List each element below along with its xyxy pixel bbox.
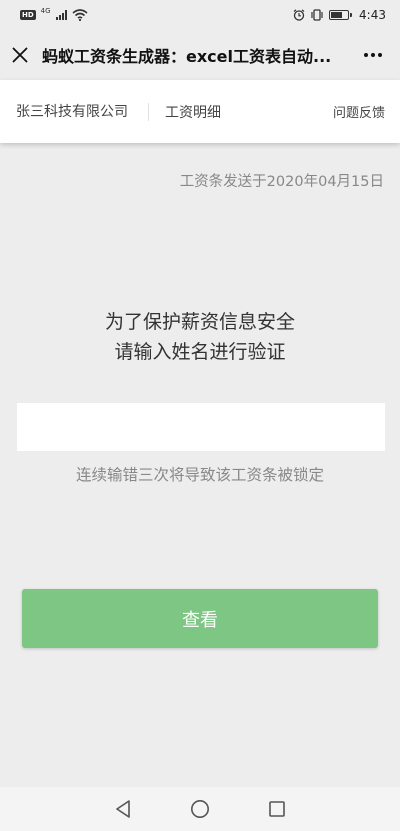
battery-body: [329, 10, 350, 20]
alarm-icon: [293, 9, 305, 21]
status-bar: HD 4G 4:43: [0, 0, 400, 30]
sent-date: 工资条发送于2020年04月15日: [179, 174, 384, 190]
section-name: 工资明细: [165, 104, 221, 121]
title-bar: 蚂蚁工资条生成器：excel工资表自动...: [0, 30, 400, 80]
prompt-line-1: 为了保护薪资信息安全: [104, 311, 295, 333]
close-icon: [12, 47, 28, 63]
name-input[interactable]: [17, 403, 385, 451]
status-time: 4:43: [359, 8, 386, 22]
status-right: 4:43: [293, 8, 386, 22]
company-name: 张三科技有限公司: [0, 102, 149, 121]
view-button[interactable]: 查看: [22, 589, 378, 648]
hd-icon: HD: [20, 10, 36, 20]
battery-icon: [329, 10, 353, 20]
home-icon: [190, 800, 209, 818]
recents-button[interactable]: [263, 795, 291, 823]
more-icon: [364, 53, 382, 57]
recents-icon: [268, 801, 285, 817]
verification-prompt: 为了保护薪资信息安全 请输入姓名进行验证: [0, 307, 400, 367]
vibrate-icon: [311, 9, 323, 21]
feedback-link[interactable]: 问题反馈: [333, 102, 400, 121]
page-title: 蚂蚁工资条生成器：excel工资表自动...: [42, 47, 332, 66]
wifi-icon: [72, 9, 88, 21]
signal-icon: [55, 10, 67, 20]
home-button[interactable]: [186, 795, 214, 823]
back-icon: [116, 800, 131, 818]
prompt-line-2: 请输入姓名进行验证: [114, 341, 286, 363]
back-button[interactable]: [109, 795, 137, 823]
lock-warning: 连续输错三次将导致该工资条被锁定: [75, 466, 324, 484]
nav-bar: [0, 787, 400, 831]
battery-level: [331, 12, 343, 18]
network-type: 4G: [40, 7, 51, 15]
company-header: 张三科技有限公司 工资明细 问题反馈: [0, 80, 400, 143]
battery-tip: [350, 13, 353, 17]
more-button[interactable]: [346, 30, 400, 80]
close-button[interactable]: [0, 30, 40, 80]
status-left: HD 4G: [20, 7, 88, 21]
